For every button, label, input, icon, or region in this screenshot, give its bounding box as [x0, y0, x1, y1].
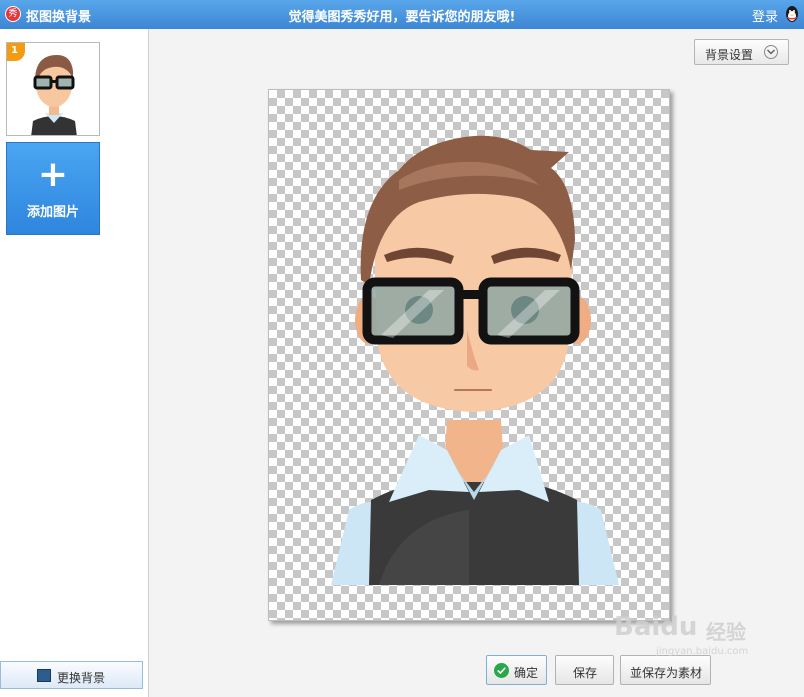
- picture-icon: [37, 669, 51, 682]
- checkmark-icon: [494, 663, 509, 678]
- change-background-label: 更换背景: [57, 671, 106, 685]
- save-as-material-label: 並保存为素材: [630, 666, 703, 680]
- watermark-brand: Baidu: [614, 612, 698, 642]
- main-area: 背景设置 确定 保存 並保存为素材: [150, 29, 804, 697]
- baidu-watermark: Baidu 经验 jingyan.baidu.com: [612, 602, 762, 662]
- background-settings-label: 背景设置: [705, 48, 754, 62]
- add-image-button[interactable]: + 添加图片: [6, 142, 100, 235]
- save-label: 保存: [573, 666, 598, 680]
- image-canvas[interactable]: [268, 89, 670, 621]
- image-thumbnail[interactable]: 1: [6, 42, 100, 136]
- add-image-label: 添加图片: [26, 205, 79, 220]
- login-link[interactable]: 登录: [752, 6, 778, 25]
- qq-penguin-icon[interactable]: [784, 5, 800, 23]
- slogan-text: 觉得美图秀秀好用，要告诉您的朋友哦!: [288, 10, 516, 25]
- watermark-suffix: 经验: [706, 620, 746, 644]
- confirm-label: 确定: [514, 666, 539, 680]
- left-sidebar: 1 + 添加图片 更换背景: [0, 29, 149, 697]
- save-button[interactable]: 保存: [555, 655, 614, 685]
- chevron-down-icon: [764, 45, 778, 59]
- change-background-button[interactable]: 更换背景: [0, 661, 143, 689]
- title-bar: 秀 抠图换背景 觉得美图秀秀好用，要告诉您的朋友哦! 登录: [0, 0, 804, 29]
- watermark-url: jingyan.baidu.com: [656, 646, 749, 657]
- background-settings-dropdown[interactable]: 背景设置: [694, 39, 789, 65]
- cartoon-man-image: [331, 135, 619, 585]
- plus-icon: +: [37, 154, 69, 195]
- confirm-button[interactable]: 确定: [486, 655, 547, 685]
